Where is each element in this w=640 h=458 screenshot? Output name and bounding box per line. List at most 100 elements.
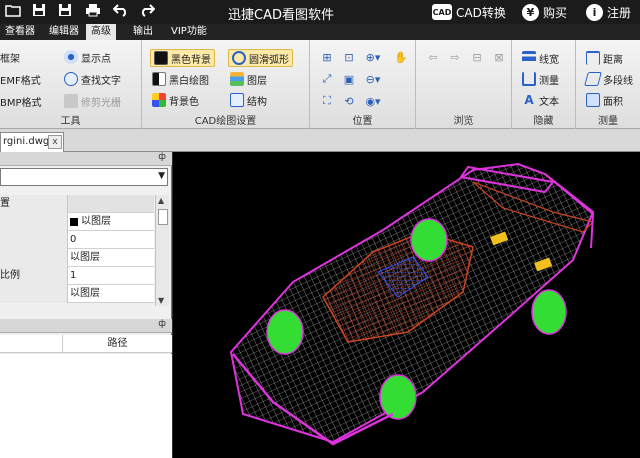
redo-icon[interactable] bbox=[138, 3, 156, 21]
property-row[interactable]: 0 bbox=[0, 231, 154, 249]
scroll-up-icon[interactable]: ▲ bbox=[158, 196, 164, 205]
hide-group: 线宽 测量 A 文本 隐藏 bbox=[512, 40, 576, 129]
distance-button[interactable]: 距离 bbox=[586, 49, 623, 67]
layers-panel-header: ф bbox=[0, 319, 172, 333]
property-value: 以图层 bbox=[70, 213, 111, 231]
tab-editor[interactable]: 编辑器 bbox=[44, 24, 84, 40]
cad-settings-group: 黑色背景 黑白绘图 背景色 圆滑弧形 图层 结构 CAD绘图设置 bbox=[142, 40, 310, 129]
pin-icon[interactable]: ф bbox=[158, 319, 166, 329]
hide-group-label: 隐藏 bbox=[533, 116, 554, 127]
line-width-button[interactable]: 线宽 bbox=[522, 49, 559, 67]
tab-output[interactable]: 输出 bbox=[128, 24, 158, 40]
frame-button[interactable]: 框架 bbox=[0, 48, 20, 66]
show-points-button[interactable]: 显示点 bbox=[64, 48, 111, 66]
tab-viewer[interactable]: 查看器 bbox=[0, 24, 40, 40]
black-background-label: 黑色背景 bbox=[171, 54, 211, 66]
property-name: 置 bbox=[0, 195, 68, 213]
print-icon[interactable] bbox=[84, 3, 102, 21]
polyline-icon bbox=[584, 72, 602, 86]
previous-view-icon[interactable]: ⊟ bbox=[468, 48, 486, 66]
smooth-arc-label: 圆滑弧形 bbox=[249, 54, 289, 66]
bmp-format-button[interactable]: BMP格式 bbox=[0, 92, 42, 110]
smooth-arc-button[interactable]: 圆滑弧形 bbox=[228, 49, 293, 67]
zoom-in-icon[interactable]: ⊕▾ bbox=[364, 48, 382, 66]
property-row[interactable]: 以图层 bbox=[0, 213, 154, 231]
properties-panel: ф ▼ 置 以图层 0 以图层 比例 1 以图层 ▲ ▼ ф 路径 bbox=[0, 152, 172, 458]
fit-icon[interactable]: ⤢ bbox=[318, 70, 336, 88]
property-value: 以图层 bbox=[70, 288, 100, 299]
tools-group: 框架 EMF格式 BMP格式 显示点 查找文字 修剪光栅 工具 bbox=[0, 40, 142, 129]
find-text-button[interactable]: 查找文字 bbox=[64, 70, 121, 88]
distance-icon bbox=[586, 51, 600, 65]
layers-icon bbox=[230, 72, 244, 86]
polyline-button[interactable]: 多段线 bbox=[584, 70, 633, 88]
text-toggle-button[interactable]: A 文本 bbox=[522, 91, 559, 109]
zoom-out-icon[interactable]: ⊖▾ bbox=[364, 70, 382, 88]
title-bar: 迅捷CAD看图软件 CAD CAD转换 ¥ 购买 i 注册 bbox=[0, 0, 640, 24]
measure-toggle-label: 测量 bbox=[539, 75, 559, 87]
drawing-canvas[interactable] bbox=[173, 152, 640, 458]
zoom-all-icon[interactable]: ⛶ bbox=[318, 92, 336, 110]
cad-badge-icon: CAD bbox=[432, 4, 452, 20]
trim-raster-button[interactable]: 修剪光栅 bbox=[64, 92, 121, 110]
zoom-box-icon[interactable]: ▣ bbox=[340, 70, 358, 88]
zoom-window-icon[interactable]: ⊡ bbox=[340, 48, 358, 66]
wheel-rear-right bbox=[531, 289, 567, 335]
forward-arrow-icon[interactable]: ⇨ bbox=[446, 48, 464, 66]
monochrome-button[interactable]: 黑白绘图 bbox=[152, 70, 209, 88]
document-tab-bar: rgini.dwg x bbox=[0, 129, 640, 152]
zoom-realtime-icon[interactable]: ⟲ bbox=[340, 92, 358, 110]
undo-icon[interactable] bbox=[112, 3, 130, 21]
background-color-button[interactable]: 背景色 bbox=[152, 91, 199, 109]
save-as-icon[interactable] bbox=[56, 3, 74, 21]
find-text-label: 查找文字 bbox=[81, 75, 121, 87]
measure-toggle-button[interactable]: 测量 bbox=[522, 70, 559, 88]
cad-convert-button[interactable]: CAD CAD转换 bbox=[432, 2, 506, 22]
pan-hand-icon[interactable]: ✋ bbox=[392, 48, 410, 66]
property-value: 1 bbox=[70, 270, 77, 281]
save-icon[interactable] bbox=[30, 3, 48, 21]
properties-scrollbar[interactable]: ▲ ▼ bbox=[155, 195, 169, 306]
cad-viewer-window: 迅捷CAD看图软件 CAD CAD转换 ¥ 购买 i 注册 查看器 编辑器 高级… bbox=[0, 0, 640, 458]
register-label: 注册 bbox=[607, 5, 632, 20]
register-button[interactable]: i 注册 bbox=[586, 2, 631, 22]
property-row[interactable]: 以图层 bbox=[0, 285, 154, 303]
tab-advanced[interactable]: 高级 bbox=[86, 24, 116, 40]
text-a-icon: A bbox=[524, 93, 534, 107]
layer-list bbox=[0, 354, 172, 458]
property-name: 比例 bbox=[0, 267, 68, 285]
polyline-label: 多段线 bbox=[603, 75, 633, 87]
layers-button[interactable]: 图层 bbox=[230, 70, 267, 88]
pin-icon[interactable]: ф bbox=[158, 152, 166, 162]
back-arrow-icon[interactable]: ⇦ bbox=[424, 48, 442, 66]
property-name bbox=[0, 285, 68, 303]
property-row[interactable]: 以图层 bbox=[0, 249, 154, 267]
orbit-icon[interactable]: ◉▾ bbox=[364, 92, 382, 110]
measure-group-label: 测量 bbox=[598, 116, 618, 127]
property-name bbox=[0, 213, 68, 231]
buy-button[interactable]: ¥ 购买 bbox=[522, 2, 567, 22]
area-button[interactable]: 面积 bbox=[586, 91, 623, 109]
browse-group: ⇦ ⇨ ⊟ ⊠ 浏览 bbox=[416, 40, 512, 129]
ribbon-tabs: 查看器 编辑器 高级 输出 VIP功能 bbox=[0, 24, 640, 40]
yen-icon: ¥ bbox=[522, 3, 539, 21]
black-background-button[interactable]: 黑色背景 bbox=[150, 49, 215, 67]
document-tab[interactable]: rgini.dwg x bbox=[0, 132, 64, 152]
path-column-header[interactable]: 路径 bbox=[62, 335, 172, 353]
emf-format-button[interactable]: EMF格式 bbox=[0, 70, 41, 88]
scroll-down-icon[interactable]: ▼ bbox=[158, 296, 164, 305]
close-icon[interactable]: x bbox=[48, 135, 62, 149]
zoom-extents-icon[interactable]: ⊞ bbox=[318, 48, 336, 66]
structure-button[interactable]: 结构 bbox=[230, 91, 267, 109]
scroll-thumb[interactable] bbox=[158, 209, 168, 225]
property-name bbox=[0, 231, 68, 249]
trim-raster-icon bbox=[64, 94, 78, 108]
tab-vip[interactable]: VIP功能 bbox=[166, 24, 212, 40]
chevron-down-icon[interactable]: ▼ bbox=[158, 171, 165, 181]
line-width-label: 线宽 bbox=[539, 54, 559, 66]
property-row[interactable]: 比例 1 bbox=[0, 267, 154, 285]
entity-selector[interactable]: ▼ bbox=[0, 168, 168, 186]
next-view-icon[interactable]: ⊠ bbox=[490, 48, 508, 66]
monochrome-icon bbox=[152, 72, 166, 86]
open-folder-icon[interactable] bbox=[4, 3, 22, 21]
